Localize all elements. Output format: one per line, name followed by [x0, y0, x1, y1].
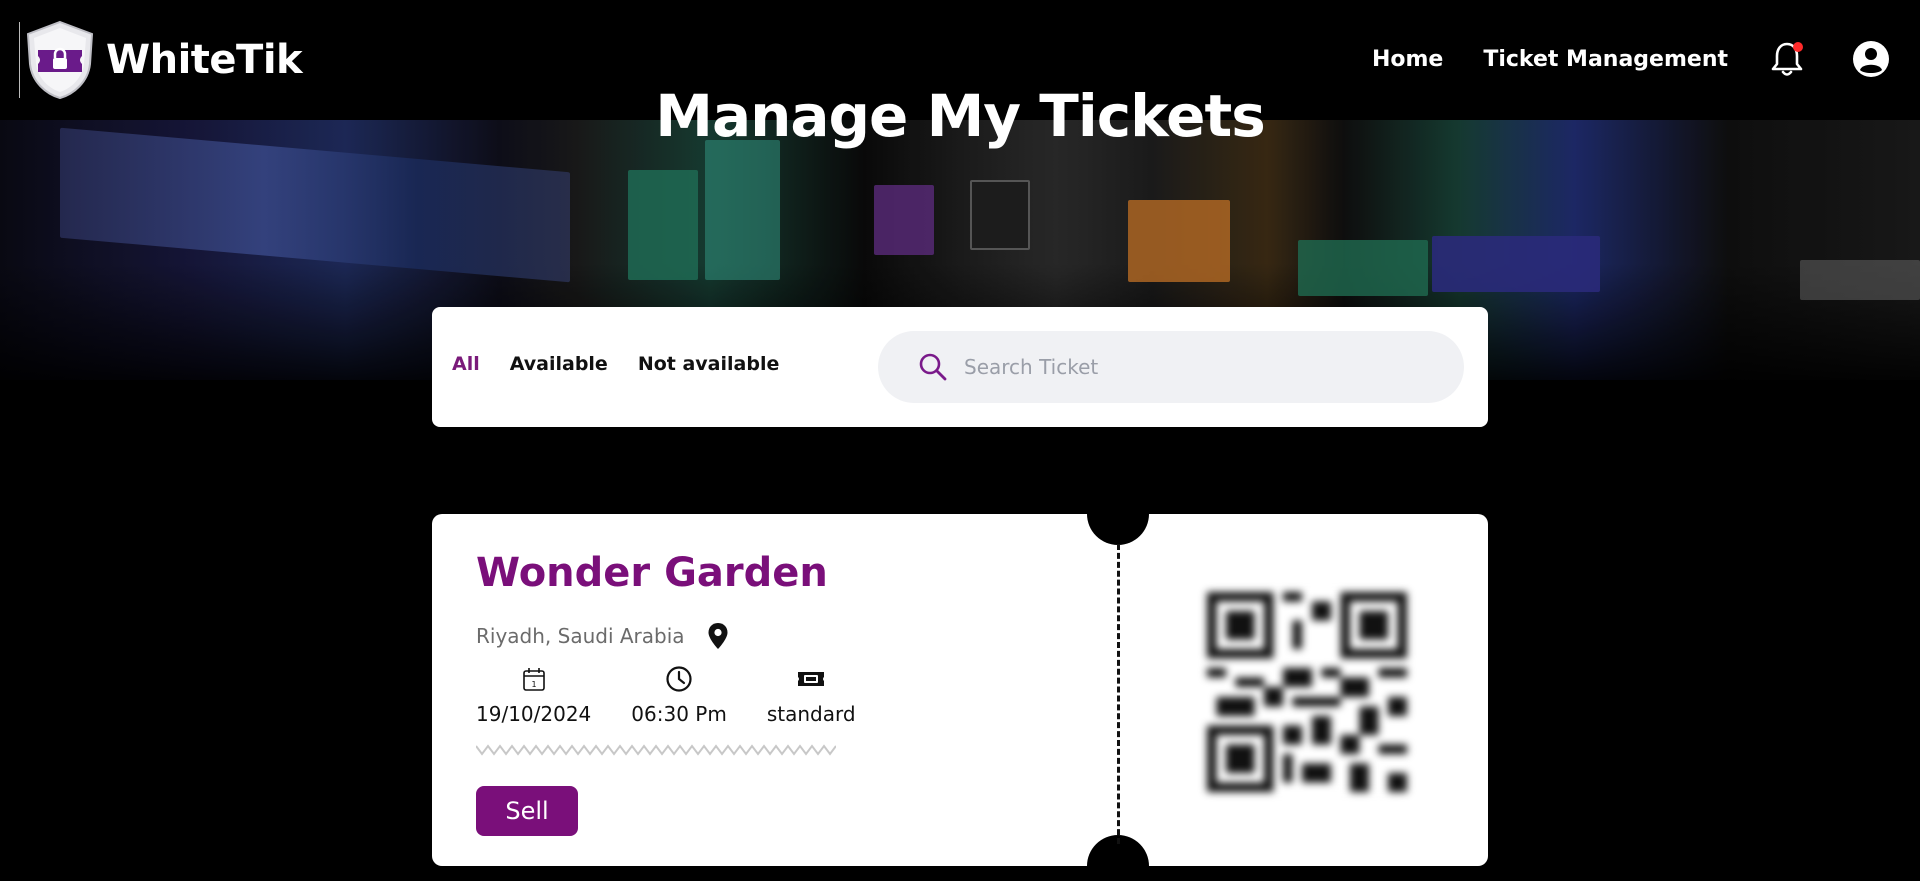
billboard [1800, 260, 1920, 300]
user-circle-icon[interactable] [1852, 40, 1890, 78]
main-nav: Home Ticket Management [1372, 40, 1890, 78]
ticket-icon [796, 664, 826, 694]
ticket-card: Wonder Garden Riyadh, Saudi Arabia 1 19/… [432, 514, 1488, 866]
zigzag-divider [476, 744, 836, 756]
event-location: Riyadh, Saudi Arabia [476, 622, 729, 650]
event-title: Wonder Garden [476, 550, 828, 596]
ticket-meta: 1 19/10/2024 06:30 Pm standard [476, 664, 856, 726]
billboard [970, 180, 1030, 250]
brand-name: WhiteTik [106, 37, 303, 83]
ticket-notch-top [1087, 514, 1149, 545]
ticket-perforation [1117, 544, 1120, 844]
location-pin-icon [707, 622, 729, 650]
bell-icon[interactable] [1770, 40, 1804, 78]
calendar-icon: 1 [519, 664, 549, 694]
meta-type: standard [767, 664, 856, 726]
meta-date: 1 19/10/2024 [476, 664, 591, 726]
billboard [705, 140, 780, 280]
billboard [1128, 200, 1230, 282]
search-icon[interactable] [918, 352, 948, 382]
svg-text:1: 1 [531, 680, 536, 689]
tab-not-available[interactable]: Not available [638, 353, 780, 375]
page-title: Manage My Tickets [655, 82, 1265, 150]
ticket-date: 19/10/2024 [476, 702, 592, 726]
billboard [874, 185, 934, 255]
billboard [1432, 236, 1600, 292]
billboard [1298, 240, 1428, 296]
nav-home-link[interactable]: Home [1372, 47, 1443, 72]
clock-icon [664, 664, 694, 694]
meta-time: 06:30 Pm [631, 664, 727, 726]
location-text: Riyadh, Saudi Arabia [476, 624, 685, 648]
sell-button[interactable]: Sell [476, 786, 578, 836]
filter-tabs: All Available Not available [452, 353, 779, 375]
ticket-type: standard [766, 702, 856, 726]
billboard [628, 170, 698, 280]
ticket-time: 06:30 Pm [631, 702, 727, 726]
notification-dot [1793, 42, 1803, 52]
filter-bar: All Available Not available [432, 307, 1488, 427]
tab-available[interactable]: Available [510, 353, 608, 375]
search-input[interactable] [964, 355, 1424, 379]
search-box [878, 331, 1464, 403]
nav-ticket-management-link[interactable]: Ticket Management [1483, 47, 1728, 72]
tab-all[interactable]: All [452, 353, 480, 375]
qr-code-icon [1207, 592, 1407, 792]
